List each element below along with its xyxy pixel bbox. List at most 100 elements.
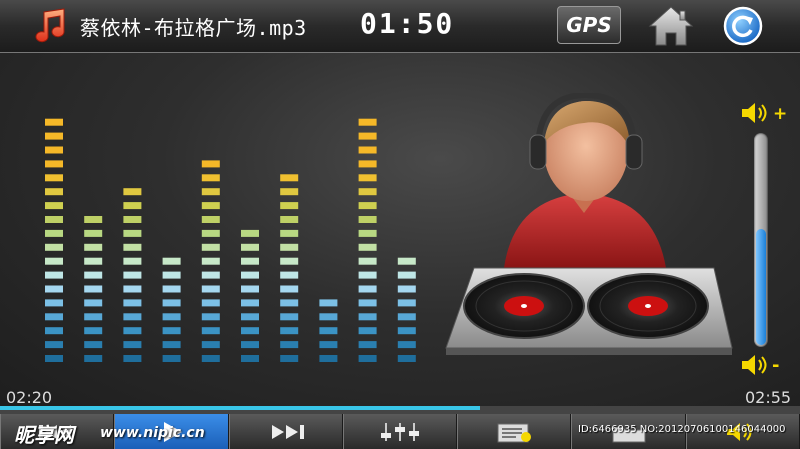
eq-bar-segment	[358, 132, 377, 140]
eq-bar-segment	[397, 327, 416, 335]
eq-bar-segment	[45, 285, 63, 293]
total-time: 02:55	[745, 388, 792, 407]
eq-bar-segment	[84, 271, 103, 279]
eq-bar-segment	[45, 202, 63, 210]
eq-bar-segment	[84, 341, 103, 349]
eq-bar-segment	[358, 118, 377, 126]
eq-bar-segment	[45, 216, 63, 223]
eq-bar-segment	[45, 229, 63, 237]
eq-bar-segment	[280, 216, 299, 223]
dj-artwork	[445, 93, 733, 355]
volume-up-label: +	[773, 104, 786, 124]
eq-bar-segment	[280, 188, 299, 196]
play-icon	[164, 421, 183, 442]
eq-bar-segment	[162, 313, 181, 321]
eq-bar-segment	[280, 355, 299, 362]
eq-bar-segment	[397, 285, 416, 293]
eq-bar-segment	[201, 243, 220, 251]
eq-bar-segment	[84, 216, 103, 223]
eq-bar-segment	[397, 299, 416, 307]
previous-button[interactable]	[0, 414, 115, 449]
eq-bar-segment	[123, 313, 142, 321]
eq-bar-segment	[280, 327, 299, 335]
eq-bar-segment	[84, 257, 103, 265]
volume-up-icon[interactable]: +	[740, 101, 787, 129]
eq-bar-segment	[84, 285, 103, 293]
eq-bar-segment	[358, 188, 377, 196]
progress-bar[interactable]	[0, 406, 800, 414]
eq-bar-segment	[45, 271, 63, 279]
playlist-button[interactable]	[457, 414, 572, 449]
equalizer-visualizer	[45, 118, 416, 362]
eq-bar-segment	[358, 257, 377, 265]
eq-bar-segment	[123, 243, 142, 251]
volume-slider[interactable]	[754, 133, 768, 347]
control-bar	[0, 414, 800, 449]
eq-bar-segment	[84, 327, 103, 335]
eq-bar-segment	[162, 327, 181, 335]
eq-bar-segment	[201, 229, 220, 237]
elapsed-time: 02:20	[6, 388, 53, 407]
gps-button[interactable]: GPS	[557, 6, 621, 44]
eq-bar-segment	[319, 313, 338, 321]
volume-button[interactable]	[685, 414, 800, 449]
folder-button[interactable]	[571, 414, 686, 449]
eq-bar-segment	[358, 313, 377, 321]
eq-bar-segment	[45, 188, 63, 196]
eq-bar-segment	[201, 355, 220, 362]
folder-icon	[612, 426, 646, 442]
eq-bar-segment	[201, 160, 220, 168]
eq-bar-segment	[201, 202, 220, 210]
eq-bar-segment	[280, 257, 299, 265]
eq-bar-segment	[162, 271, 181, 279]
eq-bar-segment	[280, 271, 299, 279]
eq-bar-segment	[241, 313, 259, 321]
eq-bar-segment	[45, 243, 63, 251]
eq-bar-segment	[45, 313, 63, 321]
progress-fill	[0, 406, 480, 410]
eq-bar-segment	[280, 285, 299, 293]
eq-bar-segment	[241, 229, 259, 237]
eq-bar-segment	[280, 313, 299, 321]
eq-bar-segment	[201, 216, 220, 223]
eq-bar-segment	[241, 341, 259, 349]
eq-bar-segment	[123, 188, 142, 196]
eq-bar-segment	[45, 174, 63, 182]
eq-bar-segment	[319, 327, 338, 335]
song-title: 蔡依林-布拉格广场.mp3	[80, 16, 307, 40]
equalizer-button[interactable]	[342, 414, 458, 449]
eq-bar-segment	[45, 146, 63, 154]
eq-bar-segment	[162, 299, 181, 307]
eq-bar-segment	[201, 271, 220, 279]
eq-bar-segment	[280, 229, 299, 237]
eq-bar-segment	[358, 216, 377, 223]
eq-bar-segment	[201, 188, 220, 196]
eq-bar-segment	[123, 202, 142, 210]
eq-bar-segment	[84, 243, 103, 251]
play-button[interactable]	[114, 414, 229, 449]
home-icon[interactable]	[647, 4, 695, 48]
eq-bar-segment	[397, 341, 416, 349]
eq-bar-segment	[123, 341, 142, 349]
refresh-icon[interactable]	[723, 6, 763, 46]
eq-bar-segment	[84, 299, 103, 307]
eq-bar-segment	[358, 229, 377, 237]
eq-bar-segment	[45, 118, 63, 126]
eq-bar-segment	[45, 132, 63, 140]
eq-bar-segment	[241, 243, 259, 251]
volume-down-icon[interactable]: -	[740, 353, 786, 381]
eq-bar-segment	[280, 341, 299, 349]
top-bar: 蔡依林-布拉格广场.mp3 01:50 GPS	[0, 0, 800, 53]
eq-bar-segment	[123, 327, 142, 335]
next-button[interactable]	[228, 414, 343, 449]
eq-bar-segment	[280, 243, 299, 251]
eq-bar-segment	[241, 257, 259, 265]
eq-bar-segment	[201, 313, 220, 321]
eq-bar-segment	[280, 202, 299, 210]
eq-bar-segment	[201, 257, 220, 265]
eq-bar-segment	[45, 355, 63, 362]
eq-bar-segment	[45, 160, 63, 168]
eq-bar-segment	[397, 355, 416, 362]
eq-bar-segment	[123, 216, 142, 223]
eq-bar-segment	[201, 285, 220, 293]
